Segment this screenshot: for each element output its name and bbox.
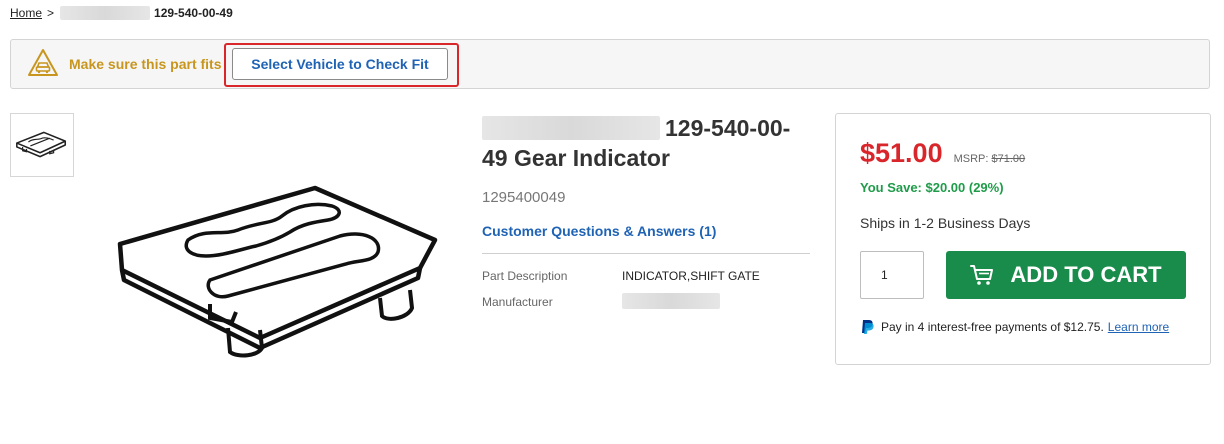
fitment-bar: Make sure this part fits Select Vehicle …: [10, 39, 1210, 89]
paypal-installments: Pay in 4 interest-free payments of $12.7…: [860, 319, 1169, 335]
fitment-message: Make sure this part fits: [69, 56, 222, 72]
vehicle-warning-icon: [28, 49, 58, 76]
divider: [482, 253, 810, 254]
msrp-value: $71.00: [991, 153, 1026, 165]
sale-price: $51.00: [860, 138, 943, 168]
paypal-text: Pay in 4 interest-free payments of $12.7…: [881, 320, 1104, 334]
thumbnail-image: [16, 131, 67, 158]
select-vehicle-button[interactable]: Select Vehicle to Check Fit: [232, 48, 448, 80]
breadcrumb-current: 129-540-00-49: [154, 6, 233, 20]
msrp: MSRP: $71.00: [954, 153, 1026, 165]
product-image: [117, 185, 438, 358]
product-thumbnail[interactable]: [10, 113, 74, 177]
add-to-cart-button[interactable]: ADD TO CART: [946, 251, 1186, 299]
product-info: 129-540-00-49 Gear Indicator 1295400049 …: [482, 113, 812, 312]
customer-qa-link[interactable]: Customer Questions & Answers (1): [482, 223, 812, 239]
savings-text: You Save: $20.00 (29%): [860, 180, 1004, 195]
paypal-icon: [862, 320, 874, 334]
spec-label: Part Description: [482, 269, 568, 283]
cart-icon: [970, 265, 994, 285]
redacted-brand: [482, 116, 660, 140]
paypal-learn-more-link[interactable]: Learn more: [1108, 320, 1169, 334]
breadcrumb-home-link[interactable]: Home: [10, 6, 42, 20]
msrp-label: MSRP:: [953, 153, 989, 165]
redacted-brand: [60, 6, 151, 20]
add-to-cart-label: ADD TO CART: [1010, 262, 1162, 287]
breadcrumb: Home > 129-540-00-49: [10, 6, 233, 20]
spec-label: Manufacturer: [482, 295, 553, 309]
part-number: 1295400049: [482, 189, 566, 206]
breadcrumb-separator: >: [47, 6, 55, 20]
spec-row-part-description: Part Description INDICATOR,SHIFT GATE: [482, 269, 812, 283]
product-title: 129-540-00-49 Gear Indicator: [482, 113, 812, 173]
spec-value: INDICATOR,SHIFT GATE: [622, 269, 760, 283]
shipping-info: Ships in 1-2 Business Days: [860, 215, 1031, 231]
spec-row-manufacturer: Manufacturer: [482, 293, 812, 312]
price-row: $51.00 MSRP: $71.00: [860, 138, 1025, 169]
redacted-manufacturer: [622, 293, 720, 309]
spec-value: [622, 293, 720, 312]
quantity-input[interactable]: [860, 251, 924, 299]
buy-box: $51.00 MSRP: $71.00 You Save: $20.00 (29…: [835, 113, 1211, 365]
